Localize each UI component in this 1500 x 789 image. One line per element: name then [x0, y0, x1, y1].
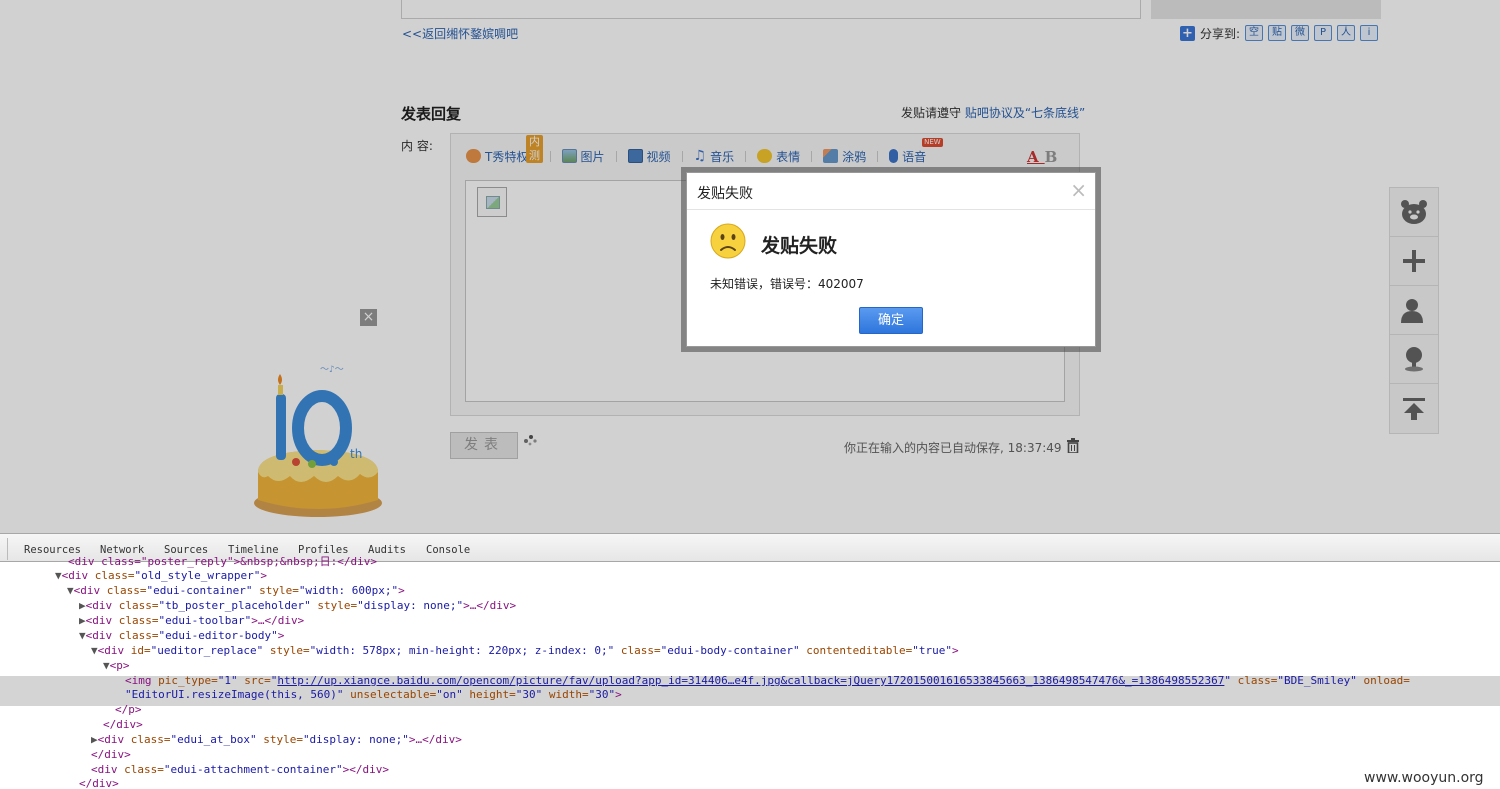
collapse-arrow-icon: ▶ [79, 599, 86, 612]
dom-line[interactable]: ▼<div class="edui-container" style="widt… [67, 584, 405, 599]
error-dialog-frame: 发贴失败 × 发贴失败 未知错误，错误号：402007 确定 [681, 167, 1101, 352]
tab-console[interactable]: Console [426, 544, 470, 556]
dom-line[interactable]: ▼<div id="ueditor_replace" style="width:… [91, 644, 959, 659]
dom-line[interactable]: ▶<div class="tb_poster_placeholder" styl… [79, 599, 516, 614]
dialog-header: 发贴失败 × [687, 173, 1095, 210]
dom-line[interactable]: </div> [91, 748, 131, 763]
expand-arrow-icon: ▼ [103, 659, 110, 672]
dom-line[interactable]: </div> [79, 777, 119, 789]
collapse-arrow-icon: ▶ [79, 614, 86, 627]
image-src-link[interactable]: http://up.xiangce.baidu.com/opencom/pict… [277, 674, 1224, 687]
collapse-arrow-icon: ▶ [91, 733, 98, 746]
ok-button[interactable]: 确定 [859, 307, 923, 334]
dom-line[interactable]: ▶<div class="edui_at_box" style="display… [91, 733, 462, 748]
dom-line[interactable]: </p> [115, 703, 142, 718]
dom-line[interactable]: </div> [103, 718, 143, 733]
dom-line[interactable]: <div class="edui-attachment-container"><… [91, 763, 389, 778]
dialog-title: 发贴失败 [697, 186, 753, 202]
expand-arrow-icon: ▼ [91, 644, 98, 657]
tab-elements-stub[interactable] [0, 538, 8, 560]
dom-line[interactable]: ▼<p> [103, 659, 130, 674]
dialog-heading: 发贴失败 [761, 235, 838, 257]
error-dialog: 发贴失败 × 发贴失败 未知错误，错误号：402007 确定 [686, 172, 1096, 347]
dialog-message: 未知错误，错误号：402007 [710, 277, 864, 291]
expand-arrow-icon: ▼ [67, 584, 74, 597]
dom-line[interactable]: ▶<div class="edui-toolbar">…</div> [79, 614, 304, 629]
dom-line[interactable]: <div class="poster_reply">&nbsp;&nbsp;日:… [68, 555, 377, 570]
close-icon[interactable]: × [1070, 180, 1087, 200]
sad-face-icon [710, 223, 746, 259]
watermark: www.wooyun.org [1362, 770, 1486, 786]
tieba-page: <<返回缃怀鍪嫔啁吧 + 分享到: 空 贴 微 P 人 i 发表回复 发贴请遵守… [0, 0, 1500, 533]
expand-arrow-icon: ▼ [79, 629, 86, 642]
dom-line-selected-cont[interactable]: "EditorUI.resizeImage(this, 560)" unsele… [125, 688, 622, 703]
dom-line[interactable]: ▼<div class="edui-editor-body"> [79, 629, 284, 644]
devtools-panel: Resources Network Sources Timeline Profi… [0, 533, 1500, 789]
expand-arrow-icon: ▼ [55, 569, 62, 582]
dom-line[interactable]: ▼<div class="old_style_wrapper"> [55, 569, 267, 584]
dom-line-selected[interactable]: <img pic_type="1" src="http://up.xiangce… [125, 674, 1410, 689]
